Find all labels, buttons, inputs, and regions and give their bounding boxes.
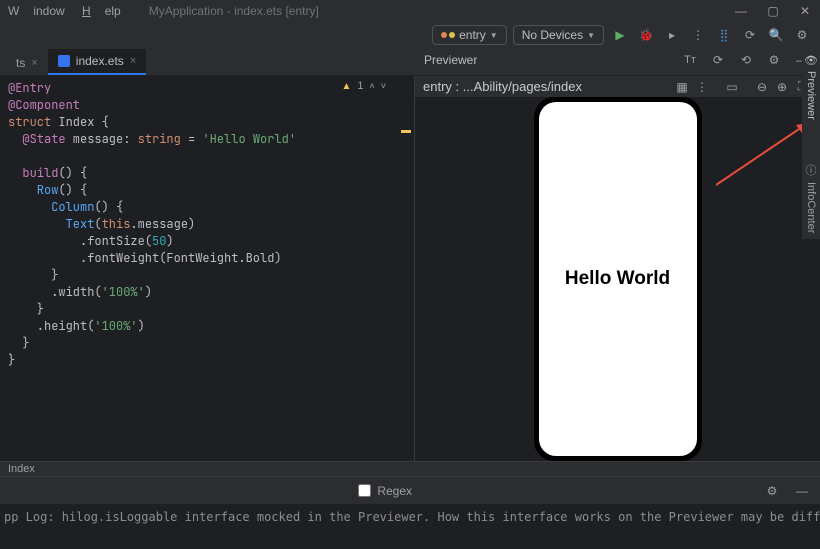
eye-icon: 👁 bbox=[804, 54, 818, 67]
chevron-down-icon[interactable]: ˅ bbox=[381, 81, 386, 91]
menu-help[interactable]: Help bbox=[82, 4, 121, 18]
zoom-in-icon[interactable]: ⊕ bbox=[772, 77, 792, 97]
menu-window[interactable]: WWindow bbox=[8, 4, 65, 18]
module-icon bbox=[441, 32, 447, 38]
right-tab-previewer[interactable]: 👁 Previewer bbox=[802, 48, 820, 126]
more-actions-icon[interactable]: ⋮ bbox=[688, 25, 708, 45]
zoom-out-icon[interactable]: ⊖ bbox=[752, 77, 772, 97]
close-button[interactable]: ✕ bbox=[798, 4, 812, 18]
more-icon[interactable]: ⋮ bbox=[692, 77, 712, 97]
preview-path: entry : ...Ability/pages/index bbox=[423, 79, 582, 94]
grid-icon[interactable]: ▦ bbox=[672, 77, 692, 97]
text-scale-icon[interactable]: Tᴛ bbox=[680, 50, 700, 70]
sync-icon[interactable]: ⟳ bbox=[740, 25, 760, 45]
close-icon[interactable]: × bbox=[31, 57, 37, 69]
annotation-arrow bbox=[716, 119, 816, 189]
chevron-down-icon: ▼ bbox=[587, 31, 595, 40]
auto-refresh-icon[interactable]: ⟲ bbox=[736, 50, 756, 70]
refresh-icon[interactable]: ⟳ bbox=[708, 50, 728, 70]
chevron-up-icon[interactable]: ˄ bbox=[369, 81, 374, 91]
module-selector[interactable]: entry ▼ bbox=[432, 25, 507, 45]
regex-checkbox[interactable]: Regex bbox=[358, 484, 412, 498]
maximize-button[interactable]: ▢ bbox=[766, 4, 780, 18]
profile-button[interactable]: ▸ bbox=[662, 25, 682, 45]
warning-marker[interactable] bbox=[401, 130, 411, 133]
debug-button[interactable]: 🐞 bbox=[636, 25, 656, 45]
device-frame: Hello World bbox=[534, 97, 702, 461]
search-icon[interactable]: 🔍 bbox=[766, 25, 786, 45]
breadcrumb[interactable]: Index bbox=[0, 461, 820, 476]
run-button[interactable]: ▶ bbox=[610, 25, 630, 45]
console-output[interactable]: pp Log: hilog.isLoggable interface mocke… bbox=[0, 504, 820, 549]
minimize-panel-icon[interactable]: — bbox=[792, 481, 812, 501]
inspection-badge[interactable]: ▲ 1 ˄ ˅ bbox=[341, 80, 386, 92]
previewer-panel-title: Previewer bbox=[424, 53, 477, 67]
settings-icon[interactable]: ⚙ bbox=[764, 50, 784, 70]
chevron-down-icon: ▼ bbox=[490, 31, 498, 40]
device-selector[interactable]: No Devices ▼ bbox=[513, 25, 604, 45]
device-manager-icon[interactable]: ⣿ bbox=[714, 25, 734, 45]
close-icon[interactable]: × bbox=[130, 55, 136, 67]
device-screen[interactable]: Hello World bbox=[539, 102, 697, 456]
window-title: MyApplication - index.ets [entry] bbox=[149, 4, 319, 18]
ets-file-icon bbox=[58, 55, 70, 67]
info-icon: ⓘ bbox=[806, 162, 817, 178]
warning-icon: ▲ bbox=[341, 81, 351, 92]
frame-icon[interactable]: ▭ bbox=[722, 77, 742, 97]
minimize-button[interactable]: — bbox=[734, 4, 748, 18]
preview-text: Hello World bbox=[565, 268, 670, 290]
code-editor[interactable]: @Entry @Component struct Index { @State … bbox=[0, 76, 414, 461]
settings-icon[interactable]: ⚙ bbox=[762, 481, 782, 501]
tab-ts[interactable]: ts × bbox=[6, 51, 48, 75]
settings-icon[interactable]: ⚙ bbox=[792, 25, 812, 45]
tab-index-ets[interactable]: index.ets × bbox=[48, 49, 146, 75]
right-tab-infocenter[interactable]: ⓘ InfoCenter bbox=[803, 156, 819, 239]
